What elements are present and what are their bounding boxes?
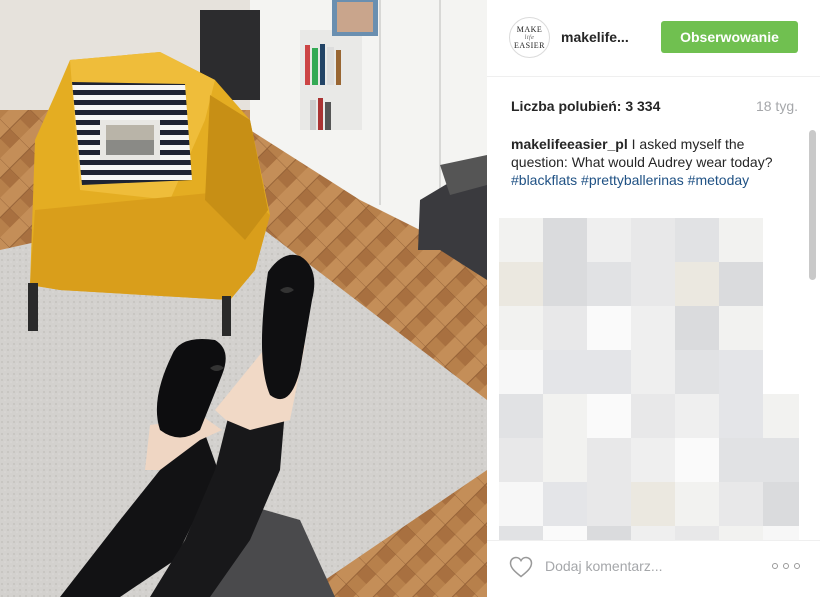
pixelated-block (543, 350, 587, 394)
pixelated-block (763, 526, 799, 540)
pixelated-block (499, 218, 543, 262)
pixelated-block (719, 218, 763, 262)
avatar-text-line2: life (524, 34, 535, 41)
pixelated-block (499, 438, 543, 482)
pixelated-block (719, 482, 763, 526)
pixelated-block (631, 394, 675, 438)
pixelated-block (543, 482, 587, 526)
pixelated-comments-area (499, 218, 799, 540)
pixelated-block (631, 306, 675, 350)
pixelated-block (675, 482, 719, 526)
avatar-text-line3: EASIER (514, 40, 545, 50)
more-dot (794, 563, 800, 569)
avatar-text-line1: MAKE (516, 24, 543, 34)
pixelated-block (719, 262, 763, 306)
likes-count[interactable]: Liczba polubień: 3 334 (511, 98, 660, 114)
caption-username-link[interactable]: makelifeeasier_pl (511, 136, 628, 152)
more-dot (772, 563, 778, 569)
pixelated-block (631, 438, 675, 482)
pixelated-block (719, 306, 763, 350)
pixelated-block (763, 262, 799, 306)
pixelated-block (675, 218, 719, 262)
pixelated-block (631, 526, 675, 540)
instagram-post: MAKE life EASIER makelife... Obserwowani… (0, 0, 820, 597)
post-footer (487, 540, 820, 597)
pixelated-block (587, 438, 631, 482)
pixelated-block (543, 262, 587, 306)
pixelated-block (763, 350, 799, 394)
pixelated-block (675, 394, 719, 438)
pixelated-block (675, 306, 719, 350)
avatar[interactable]: MAKE life EASIER (509, 17, 550, 58)
pixelated-block (763, 482, 799, 526)
hashtag-link[interactable]: #metoday (688, 172, 749, 188)
pixelated-block (499, 306, 543, 350)
hashtag-link[interactable]: #prettyballerinas (581, 172, 684, 188)
pixelated-block (675, 350, 719, 394)
pixelated-block (543, 438, 587, 482)
pixelated-block (499, 526, 543, 540)
pixelated-block (587, 262, 631, 306)
post-header: MAKE life EASIER makelife... Obserwowani… (487, 0, 820, 77)
scrollbar-thumb[interactable] (809, 130, 816, 280)
following-button[interactable]: Obserwowanie (661, 21, 798, 53)
post-caption: makelifeeasier_pl I asked myself the que… (511, 135, 779, 189)
pixelated-block (675, 526, 719, 540)
post-photo-illustration (0, 0, 487, 597)
pixelated-block (587, 306, 631, 350)
pixelated-block (763, 394, 799, 438)
pixelated-block (719, 394, 763, 438)
pixelated-block (587, 350, 631, 394)
add-comment-input[interactable] (545, 554, 755, 578)
pixelated-block (631, 262, 675, 306)
more-options-icon[interactable] (772, 559, 800, 573)
pixelated-block (587, 482, 631, 526)
post-photo[interactable] (0, 0, 487, 597)
pixelated-block (675, 262, 719, 306)
author-username-link[interactable]: makelife... (561, 29, 629, 45)
comments-scrollbar[interactable] (809, 130, 816, 540)
pixelated-block (675, 438, 719, 482)
pixelated-block (543, 526, 587, 540)
pixelated-block (499, 350, 543, 394)
pixelated-block (719, 438, 763, 482)
heart-outline-icon[interactable] (509, 556, 533, 578)
pixelated-block (763, 218, 799, 262)
pixelated-block (763, 438, 799, 482)
pixelated-block (499, 394, 543, 438)
pixelated-block (719, 526, 763, 540)
pixelated-block (631, 350, 675, 394)
pixelated-block (587, 394, 631, 438)
pixelated-block (543, 394, 587, 438)
pixelated-block (499, 262, 543, 306)
pixelated-block (499, 482, 543, 526)
hashtag-link[interactable]: #blackflats (511, 172, 577, 188)
pixelated-block (631, 218, 675, 262)
pixelated-block (631, 482, 675, 526)
pixelated-block (543, 218, 587, 262)
post-age[interactable]: 18 tyg. (756, 98, 798, 114)
pixelated-block (763, 306, 799, 350)
pixelated-block (587, 218, 631, 262)
post-side-panel: MAKE life EASIER makelife... Obserwowani… (487, 0, 820, 597)
pixelated-block (587, 526, 631, 540)
pixelated-block (719, 350, 763, 394)
pixelated-block (543, 306, 587, 350)
more-dot (783, 563, 789, 569)
